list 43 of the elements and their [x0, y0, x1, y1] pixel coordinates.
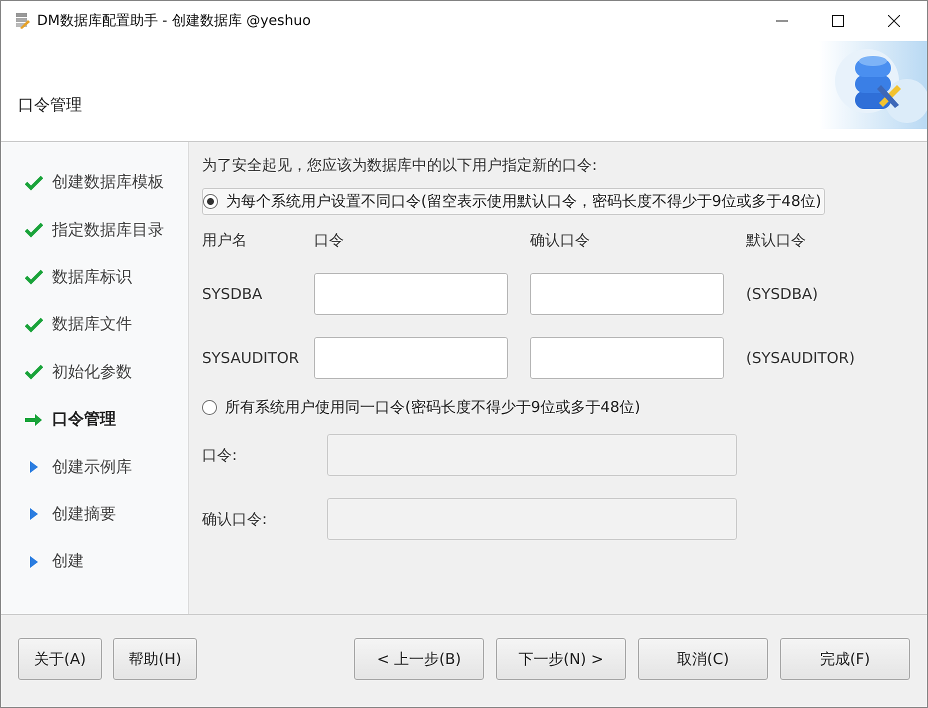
dialog-button[interactable]: 帮助(H) [113, 638, 197, 680]
field-label: 口令: [202, 446, 238, 464]
step-label: 创建数据库模板 [52, 172, 164, 194]
arrow-right-icon [25, 412, 43, 427]
field-label: 确认口令: [202, 510, 268, 528]
intro-text: 为了安全起见，您应该为数据库中的以下用户指定新的口令: [202, 156, 598, 175]
confirm-password-field[interactable] [530, 273, 724, 315]
app-icon [13, 12, 31, 30]
check-icon [25, 269, 43, 286]
radio-button[interactable] [203, 194, 218, 209]
dialog-button[interactable]: < 上一步(B) [354, 638, 484, 680]
radio-option[interactable]: 所有系统用户使用同一口令(密码长度不得少于9位或多于48位) [202, 395, 644, 420]
confirm-password-field[interactable] [530, 337, 724, 379]
password-field[interactable] [314, 273, 508, 315]
dialog-button[interactable]: 关于(A) [18, 638, 102, 680]
step-label: 数据库标识 [52, 266, 132, 288]
radio-button[interactable] [202, 400, 217, 415]
user-name: SYSDBA [202, 285, 264, 303]
step-label: 指定数据库目录 [52, 220, 164, 241]
default-password: (SYSAUDITOR) [746, 349, 856, 367]
dialog-button[interactable]: 取消(C) [638, 638, 768, 680]
column-header: 口令 [314, 231, 345, 251]
check-icon [25, 222, 43, 238]
radio-option[interactable]: 为每个系统用户设置不同口令(留空表示使用默认口令，密码长度不得少于9位或多于48位) [202, 188, 826, 215]
window-title: DM数据库配置助手 - 创建数据库 @yeshuo [37, 12, 311, 30]
user-name: SYSAUDITOR [202, 349, 300, 367]
step-label: 创建摘要 [52, 504, 116, 525]
page-heading: 口令管理 [18, 94, 82, 116]
step-label: 数据库文件 [52, 314, 132, 336]
default-password: (SYSDBA) [746, 285, 820, 303]
check-icon [25, 174, 43, 191]
column-header: 确认口令 [530, 231, 591, 251]
check-icon [25, 364, 43, 380]
column-header: 默认口令 [746, 231, 807, 251]
password-field[interactable] [314, 337, 508, 379]
check-icon [25, 316, 43, 333]
step-label: 创建 [52, 551, 84, 572]
column-header: 用户名 [202, 231, 248, 251]
dialog-button[interactable]: 完成(F) [780, 638, 910, 680]
step-label: 初始化参数 [52, 362, 132, 383]
dialog-button[interactable]: 下一步(N) > [496, 638, 626, 680]
step-label: 创建示例库 [52, 456, 132, 478]
step-label: 口令管理 [52, 409, 116, 430]
